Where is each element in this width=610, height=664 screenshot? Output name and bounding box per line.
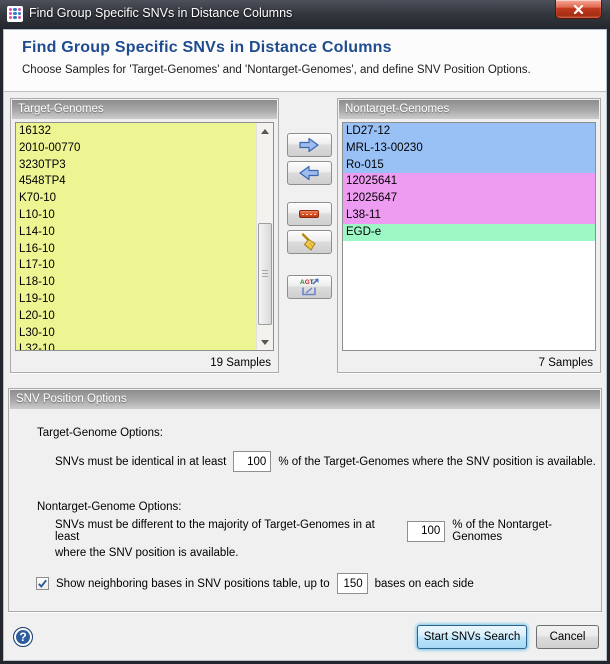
window-title: Find Group Specific SNVs in Distance Col… <box>29 6 292 22</box>
question-mark-icon: ? <box>19 630 26 644</box>
list-item[interactable]: L38-11 <box>343 207 595 224</box>
list-item[interactable]: 12025647 <box>343 190 595 207</box>
list-item[interactable]: 12025641 <box>343 173 595 190</box>
start-snvs-search-button[interactable]: Start SNVs Search <box>417 625 527 649</box>
clear-button[interactable] <box>287 230 332 254</box>
neighbor-bases-checkbox[interactable] <box>36 577 49 590</box>
scroll-up-button[interactable] <box>257 123 273 139</box>
list-item[interactable]: 4548TP4 <box>16 173 273 190</box>
target-genomes-panel: Target-Genomes 16132 2010-00770 3230TP3 … <box>10 98 279 373</box>
close-icon <box>573 5 584 14</box>
page-title: Find Group Specific SNVs in Distance Col… <box>22 39 606 57</box>
target-options-heading: Target-Genome Options: <box>37 427 163 439</box>
nontarget-rule-text-line2: where the SNV position is available. <box>55 547 238 559</box>
nontarget-panel-title: Nontarget-Genomes <box>339 100 599 119</box>
broom-icon <box>299 232 319 252</box>
agt-export-icon: AGT <box>297 277 321 298</box>
move-right-button[interactable] <box>287 133 332 157</box>
remove-button[interactable] <box>287 202 332 226</box>
nontarget-samples-count: 7 Samples <box>539 357 593 369</box>
list-item[interactable]: K70-10 <box>16 190 273 207</box>
list-item[interactable]: 2010-00770 <box>16 140 273 157</box>
list-item[interactable]: L17-10 <box>16 257 273 274</box>
target-panel-title: Target-Genomes <box>12 100 277 119</box>
list-item[interactable]: Ro-015 <box>343 157 595 174</box>
list-item[interactable]: L30-10 <box>16 325 273 342</box>
nontarget-rule-text-before: SNVs must be different to the majority o… <box>55 519 400 543</box>
dialog-body: Find Group Specific SNVs in Distance Col… <box>3 29 607 661</box>
dialog-window: Find Group Specific SNVs in Distance Col… <box>0 0 610 664</box>
list-item[interactable]: L19-10 <box>16 291 273 308</box>
list-item[interactable]: L10-10 <box>16 207 273 224</box>
neighbor-text-before: Show neighboring bases in SNV positions … <box>56 578 330 590</box>
list-item[interactable]: 16132 <box>16 123 273 140</box>
triangle-up-icon <box>261 129 269 134</box>
nontarget-genomes-list[interactable]: LD27-12 MRL-13-00230 Ro-015 12025641 120… <box>342 122 596 351</box>
list-item[interactable]: L16-10 <box>16 241 273 258</box>
target-percent-input[interactable] <box>233 451 271 472</box>
nontarget-options-heading: Nontarget-Genome Options: <box>37 501 181 513</box>
app-logo-icon <box>7 6 23 22</box>
list-item[interactable]: LD27-12 <box>343 123 595 140</box>
cancel-button[interactable]: Cancel <box>536 625 599 649</box>
triangle-down-icon <box>261 340 269 345</box>
neighbor-bases-input[interactable] <box>337 573 368 594</box>
move-left-button[interactable] <box>287 161 332 185</box>
help-button[interactable]: ? <box>13 627 33 647</box>
target-rule-text-before: SNVs must be identical in at least <box>55 456 226 468</box>
list-item[interactable]: L32-10 <box>16 341 273 351</box>
header-band: Find Group Specific SNVs in Distance Col… <box>4 30 606 92</box>
list-item[interactable]: MRL-13-00230 <box>343 140 595 157</box>
arrow-right-icon <box>298 137 320 153</box>
snv-table-button[interactable]: AGT <box>287 275 332 299</box>
scroll-thumb[interactable] <box>258 223 272 325</box>
checkmark-icon <box>37 578 48 589</box>
nontarget-genomes-panel: Nontarget-Genomes LD27-12 MRL-13-00230 R… <box>337 98 601 373</box>
target-samples-count: 19 Samples <box>210 357 271 369</box>
svg-text:AGT: AGT <box>300 279 314 286</box>
scroll-down-button[interactable] <box>257 334 273 350</box>
list-item[interactable]: L18-10 <box>16 274 273 291</box>
close-button[interactable] <box>555 0 602 19</box>
list-item[interactable]: L20-10 <box>16 308 273 325</box>
scrollbar[interactable] <box>256 123 273 350</box>
target-genomes-list[interactable]: 16132 2010-00770 3230TP3 4548TP4 K70-10 … <box>15 122 274 351</box>
list-item[interactable]: EGD-e <box>343 224 595 241</box>
arrow-left-icon <box>298 165 320 181</box>
transfer-buttons: AGT <box>281 133 337 299</box>
title-bar[interactable]: Find Group Specific SNVs in Distance Col… <box>0 0 610 29</box>
nontarget-rule-text-after: % of the Nontarget-Genomes <box>452 519 601 543</box>
footer-bar: ? Start SNVs Search Cancel <box>4 620 606 660</box>
page-subtitle: Choose Samples for 'Target-Genomes' and … <box>22 64 606 76</box>
list-item[interactable]: 3230TP3 <box>16 157 273 174</box>
neighbor-text-after: bases on each side <box>375 578 474 590</box>
nontarget-percent-input[interactable] <box>407 521 445 542</box>
snv-options-title: SNV Position Options <box>10 390 600 409</box>
red-minus-icon <box>299 210 319 218</box>
list-item[interactable]: L14-10 <box>16 224 273 241</box>
snv-position-options-panel: SNV Position Options Target-Genome Optio… <box>8 388 602 612</box>
target-rule-text-after: % of the Target-Genomes where the SNV po… <box>278 456 596 468</box>
